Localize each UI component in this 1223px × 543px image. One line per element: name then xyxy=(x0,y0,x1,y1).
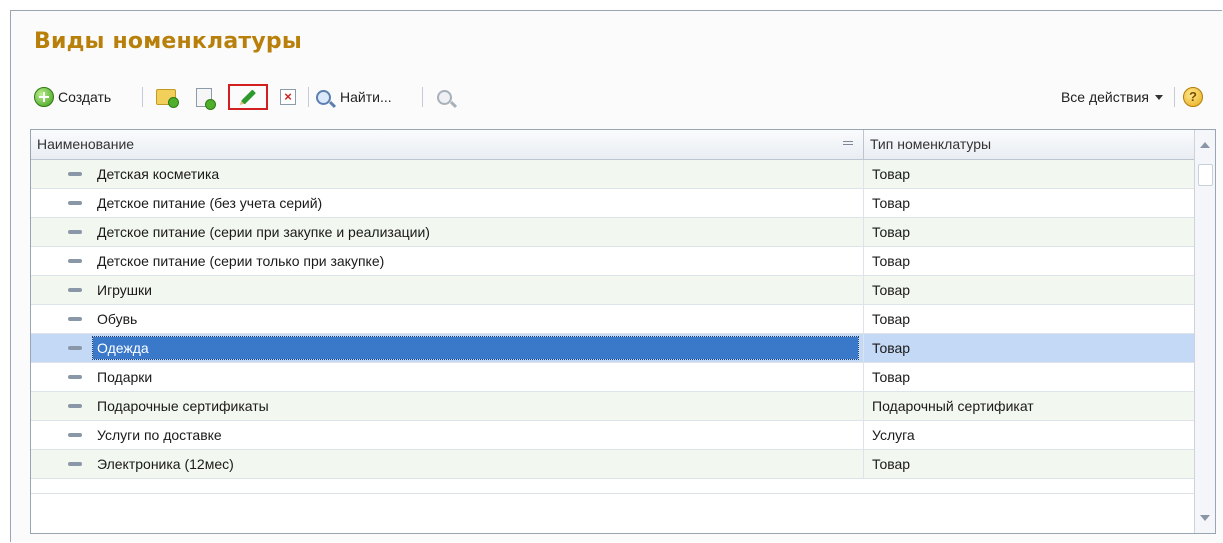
table-row[interactable]: Подарки Товар xyxy=(31,363,1195,392)
find-button-label: Найти... xyxy=(340,89,392,105)
row-name: Обувь xyxy=(97,311,138,327)
pencil-icon xyxy=(240,89,256,105)
element-marker-icon xyxy=(68,288,82,292)
type-cell: Товар xyxy=(872,253,911,269)
type-cell: Услуга xyxy=(872,427,915,443)
table-header: Наименование Тип номенклатуры xyxy=(31,130,1195,160)
find-button[interactable]: Найти... xyxy=(316,84,414,110)
name-cell: Подарки xyxy=(31,363,864,391)
delete-mark-icon: × xyxy=(280,89,296,105)
table-row[interactable]: Детское питание (серии при закупке и реа… xyxy=(31,218,1195,247)
element-marker-icon xyxy=(68,259,82,263)
copy-icon xyxy=(196,87,216,110)
toolbar-separator xyxy=(308,87,309,107)
type-cell: Товар xyxy=(872,340,911,356)
type-cell: Товар xyxy=(872,456,911,472)
row-name: Игрушки xyxy=(97,282,152,298)
add-circle-icon xyxy=(34,87,54,107)
table-row-selected[interactable]: Одежда Товар xyxy=(31,334,1195,363)
selected-name-cell: Одежда xyxy=(92,336,859,360)
create-group-button[interactable] xyxy=(152,84,180,110)
search-icon xyxy=(316,89,331,105)
vertical-scrollbar[interactable] xyxy=(1194,130,1215,533)
element-marker-icon xyxy=(68,346,82,350)
type-cell: Товар xyxy=(872,166,911,182)
scroll-down-arrow-icon[interactable] xyxy=(1195,506,1215,530)
table-row[interactable]: Детская косметика Товар xyxy=(31,160,1195,189)
name-cell: Игрушки xyxy=(31,276,864,304)
row-name: Детское питание (без учета серий) xyxy=(97,195,323,211)
element-marker-icon xyxy=(68,317,82,321)
element-marker-icon xyxy=(68,201,82,205)
column-header-type[interactable]: Тип номенклатуры xyxy=(864,130,1195,159)
element-marker-icon xyxy=(68,375,82,379)
sort-icon xyxy=(843,141,853,148)
help-button[interactable]: ? xyxy=(1181,84,1205,110)
toolbar-separator xyxy=(142,87,143,107)
table-row[interactable]: Детское питание (без учета серий) Товар xyxy=(31,189,1195,218)
table-row[interactable]: Детское питание (серии только при закупк… xyxy=(31,247,1195,276)
row-name: Детское питание (серии только при закупк… xyxy=(97,253,385,269)
row-name: Детское питание (серии при закупке и реа… xyxy=(97,224,430,240)
name-cell: Электроника (12мес) xyxy=(31,450,864,478)
column-header-type-label: Тип номенклатуры xyxy=(870,136,992,152)
folder-add-icon xyxy=(156,89,179,108)
table-row[interactable]: Услуги по доставке Услуга xyxy=(31,421,1195,450)
table-body: Детская косметика Товар Детское питание … xyxy=(31,160,1195,494)
chevron-down-icon xyxy=(1155,94,1163,100)
element-marker-icon xyxy=(68,404,82,408)
type-cell: Товар xyxy=(872,311,911,327)
edit-button[interactable] xyxy=(228,84,268,110)
column-header-name-label: Наименование xyxy=(37,136,135,152)
type-cell: Товар xyxy=(872,369,911,385)
all-actions-button[interactable]: Все действия xyxy=(1033,84,1163,110)
cancel-search-button[interactable] xyxy=(430,84,458,110)
name-cell: Обувь xyxy=(31,305,864,333)
row-name: Электроника (12мес) xyxy=(97,456,234,472)
nomenclature-types-table[interactable]: Наименование Тип номенклатуры Детская ко… xyxy=(30,129,1216,534)
name-cell: Подарочные сертификаты xyxy=(31,392,864,420)
help-icon: ? xyxy=(1183,87,1203,107)
scroll-thumb[interactable] xyxy=(1198,164,1213,186)
column-header-name[interactable]: Наименование xyxy=(31,130,864,159)
name-cell: Одежда xyxy=(31,334,864,362)
toolbar-separator xyxy=(1174,87,1175,107)
element-marker-icon xyxy=(68,172,82,176)
type-cell: Подарочный сертификат xyxy=(872,398,1034,414)
table-row[interactable]: Подарочные сертификаты Подарочный сертиф… xyxy=(31,392,1195,421)
create-button-label: Создать xyxy=(58,89,112,105)
row-name: Подарки xyxy=(97,369,153,385)
delete-button[interactable]: × xyxy=(276,84,300,110)
name-cell: Детское питание (серии только при закупк… xyxy=(31,247,864,275)
name-cell: Детское питание (без учета серий) xyxy=(31,189,864,217)
type-cell: Товар xyxy=(872,282,911,298)
element-marker-icon xyxy=(68,230,82,234)
row-name: Услуги по доставке xyxy=(97,427,222,443)
name-cell: Детская косметика xyxy=(31,160,864,188)
all-actions-label: Все действия xyxy=(1060,89,1149,105)
scroll-up-arrow-icon[interactable] xyxy=(1195,133,1215,157)
table-row[interactable]: Обувь Товар xyxy=(31,305,1195,334)
name-cell: Детское питание (серии при закупке и реа… xyxy=(31,218,864,246)
element-marker-icon xyxy=(68,462,82,466)
row-name: Подарочные сертификаты xyxy=(97,398,269,414)
type-cell: Товар xyxy=(872,195,911,211)
page-title: Виды номенклатуры xyxy=(34,29,302,54)
search-cancel-icon xyxy=(436,89,452,105)
toolbar-separator xyxy=(422,87,423,107)
row-name: Детская косметика xyxy=(97,166,220,182)
copy-button[interactable] xyxy=(190,84,218,110)
type-cell: Товар xyxy=(872,224,911,240)
row-name: Одежда xyxy=(97,340,149,356)
table-row[interactable]: Электроника (12мес) Товар xyxy=(31,450,1195,479)
empty-row xyxy=(31,479,1195,494)
name-cell: Услуги по доставке xyxy=(31,421,864,449)
table-row[interactable]: Игрушки Товар xyxy=(31,276,1195,305)
toolbar: Создать × Найти... Все действия ? xyxy=(34,84,1209,110)
element-marker-icon xyxy=(68,433,82,437)
create-button[interactable]: Создать xyxy=(34,84,134,110)
